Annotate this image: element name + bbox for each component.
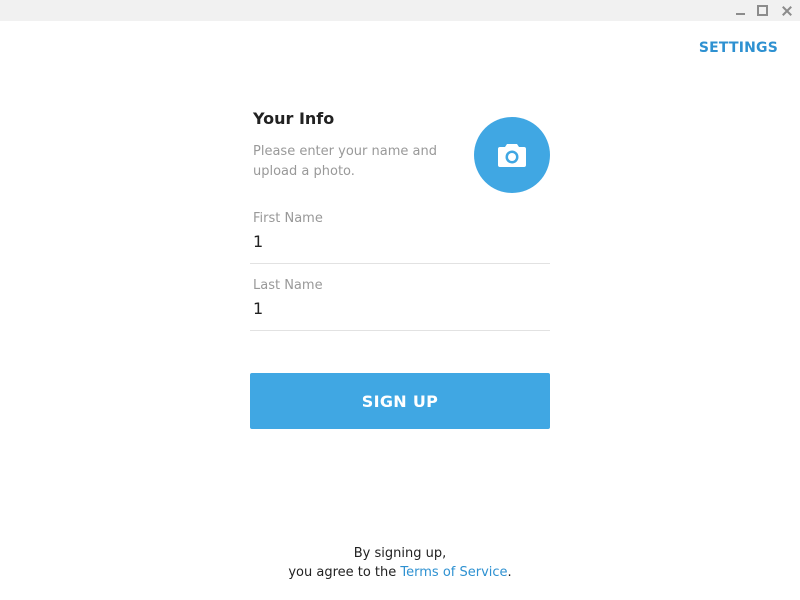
title-bar[interactable] <box>0 0 800 21</box>
maximize-icon <box>756 5 768 16</box>
terms-notice: By signing up, you agree to the Terms of… <box>0 544 800 582</box>
terms-notice-line1: By signing up, <box>353 546 447 561</box>
first-name-label: First Name <box>253 211 323 226</box>
camera-icon <box>498 144 526 167</box>
minimize-button[interactable] <box>728 0 752 21</box>
terms-suffix: . <box>507 565 512 580</box>
terms-prefix: you agree to the <box>288 565 401 580</box>
last-name-input[interactable] <box>253 296 548 320</box>
first-name-underline <box>250 263 550 264</box>
sign-up-button[interactable]: SIGN UP <box>250 373 550 429</box>
first-name-input[interactable] <box>253 229 548 253</box>
settings-link[interactable]: SETTINGS <box>699 40 778 56</box>
app-window: SETTINGS Your Info Please enter your nam… <box>0 0 800 600</box>
close-button[interactable] <box>775 0 799 21</box>
maximize-button[interactable] <box>750 0 774 21</box>
terms-of-service-link[interactable]: Terms of Service <box>400 565 507 580</box>
close-icon <box>782 6 792 16</box>
page-title: Your Info <box>253 109 335 128</box>
minimize-icon <box>735 12 745 15</box>
last-name-label: Last Name <box>253 278 323 293</box>
terms-notice-line2: you agree to the Terms of Service. <box>0 563 800 582</box>
upload-photo-button[interactable] <box>474 117 550 193</box>
last-name-underline <box>250 330 550 331</box>
info-description: Please enter your name and upload a phot… <box>253 144 437 179</box>
